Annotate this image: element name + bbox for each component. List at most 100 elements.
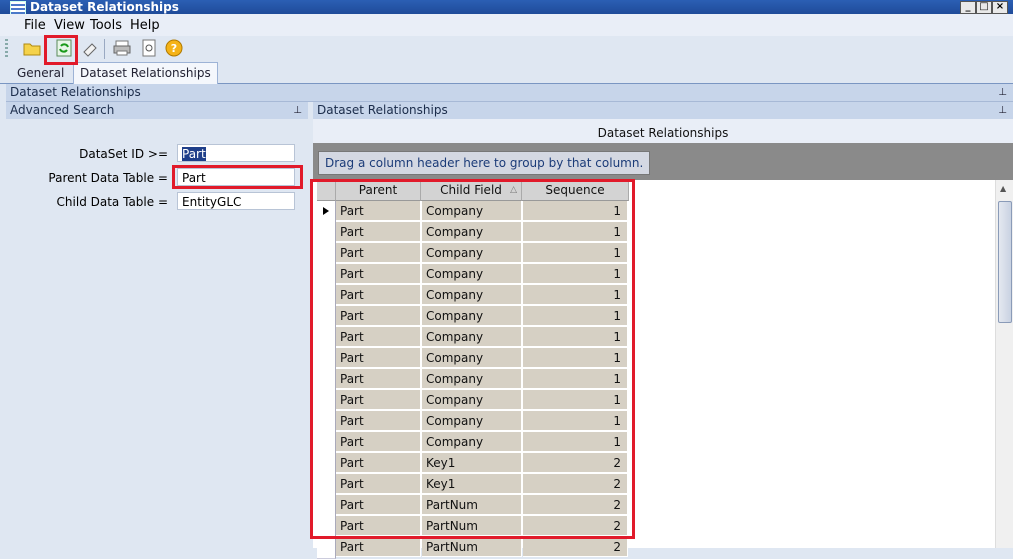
cell-parent[interactable]: Part — [336, 285, 421, 305]
minimize-button[interactable]: _ — [960, 1, 976, 14]
cell-child-field[interactable]: PartNum — [422, 537, 522, 557]
row-selector[interactable] — [317, 222, 336, 244]
print-icon[interactable] — [112, 38, 132, 58]
row-selector[interactable] — [317, 516, 336, 538]
cell-child-field[interactable]: Company — [422, 201, 522, 221]
cell-child-field[interactable]: Company — [422, 285, 522, 305]
column-header-sequence[interactable]: Sequence — [522, 180, 629, 201]
cell-child-field[interactable]: PartNum — [422, 495, 522, 515]
cell-parent[interactable]: Part — [336, 390, 421, 410]
cell-sequence[interactable]: 2 — [523, 474, 628, 494]
cell-parent[interactable]: Part — [336, 537, 421, 557]
group-by-area[interactable]: Drag a column header here to group by th… — [313, 143, 1013, 180]
child-data-table-input[interactable]: EntityGLC — [177, 192, 295, 210]
table-row[interactable]: Part Company 1 — [313, 222, 628, 244]
cell-parent[interactable]: Part — [336, 306, 421, 326]
vertical-scrollbar[interactable]: ▲ — [995, 180, 1013, 548]
table-row[interactable]: Part Company 1 — [313, 348, 628, 370]
cell-sequence[interactable]: 1 — [523, 243, 628, 263]
cell-sequence[interactable]: 1 — [523, 411, 628, 431]
cell-sequence[interactable]: 2 — [523, 495, 628, 515]
row-selector[interactable] — [317, 348, 336, 370]
cell-sequence[interactable]: 2 — [523, 453, 628, 473]
cell-child-field[interactable]: Company — [422, 243, 522, 263]
row-selector[interactable] — [317, 390, 336, 412]
cell-sequence[interactable]: 1 — [523, 432, 628, 452]
row-selector[interactable] — [317, 369, 336, 391]
table-row[interactable]: Part PartNum 2 — [313, 495, 628, 517]
print-preview-icon[interactable] — [139, 38, 159, 58]
table-row[interactable]: Part Company 1 — [313, 411, 628, 433]
cell-parent[interactable]: Part — [336, 369, 421, 389]
row-selector[interactable] — [317, 474, 336, 496]
table-row[interactable]: Part Company 1 — [313, 264, 628, 286]
cell-sequence[interactable]: 1 — [523, 201, 628, 221]
tab-general[interactable]: General — [11, 64, 70, 82]
help-icon[interactable]: ? — [164, 38, 184, 58]
close-button[interactable]: × — [992, 1, 1008, 14]
row-selector[interactable] — [317, 306, 336, 328]
cell-child-field[interactable]: Company — [422, 222, 522, 242]
refresh-icon[interactable] — [54, 38, 74, 58]
table-row[interactable]: Part Company 1 — [313, 369, 628, 391]
cell-parent[interactable]: Part — [336, 222, 421, 242]
row-selector[interactable] — [317, 495, 336, 517]
table-row[interactable]: Part Key1 2 — [313, 453, 628, 475]
cell-parent[interactable]: Part — [336, 264, 421, 284]
menu-view[interactable]: View — [54, 18, 85, 33]
cell-sequence[interactable]: 1 — [523, 306, 628, 326]
cell-parent[interactable]: Part — [336, 495, 421, 515]
cell-child-field[interactable]: Key1 — [422, 453, 522, 473]
cell-sequence[interactable]: 2 — [523, 516, 628, 536]
open-folder-icon[interactable] — [22, 38, 42, 58]
table-row[interactable]: Part Company 1 — [313, 285, 628, 307]
cell-child-field[interactable]: Company — [422, 369, 522, 389]
cell-child-field[interactable]: Company — [422, 264, 522, 284]
row-selector[interactable] — [317, 432, 336, 454]
cell-child-field[interactable]: PartNum — [422, 516, 522, 536]
scrollbar-thumb[interactable] — [998, 201, 1012, 323]
cell-parent[interactable]: Part — [336, 453, 421, 473]
cell-sequence[interactable]: 1 — [523, 264, 628, 284]
cell-parent[interactable]: Part — [336, 432, 421, 452]
pin-icon[interactable]: ⊥ — [293, 102, 302, 119]
row-selector[interactable] — [317, 243, 336, 265]
cell-sequence[interactable]: 1 — [523, 222, 628, 242]
menu-file[interactable]: File — [24, 18, 46, 33]
table-row[interactable]: Part Company 1 — [313, 390, 628, 412]
menu-tools[interactable]: Tools — [90, 18, 122, 33]
maximize-button[interactable]: □ — [976, 1, 992, 14]
pin-icon[interactable]: ⊥ — [998, 102, 1007, 119]
row-selector[interactable] — [317, 327, 336, 349]
cell-child-field[interactable]: Key1 — [422, 474, 522, 494]
cell-sequence[interactable]: 1 — [523, 348, 628, 368]
cell-parent[interactable]: Part — [336, 348, 421, 368]
row-selector[interactable] — [317, 453, 336, 475]
cell-parent[interactable]: Part — [336, 327, 421, 347]
cell-child-field[interactable]: Company — [422, 327, 522, 347]
cell-sequence[interactable]: 1 — [523, 285, 628, 305]
table-row[interactable]: Part Company 1 — [313, 201, 628, 223]
cell-child-field[interactable]: Company — [422, 390, 522, 410]
cell-parent[interactable]: Part — [336, 201, 421, 221]
cell-child-field[interactable]: Company — [422, 348, 522, 368]
tab-dataset-relationships[interactable]: Dataset Relationships — [73, 62, 218, 84]
column-header-parent[interactable]: Parent — [336, 180, 421, 201]
row-selector[interactable] — [317, 411, 336, 433]
cell-child-field[interactable]: Company — [422, 306, 522, 326]
table-row[interactable]: Part PartNum 2 — [313, 516, 628, 538]
scroll-up-icon[interactable]: ▲ — [1000, 184, 1006, 193]
cell-sequence[interactable]: 1 — [523, 390, 628, 410]
cell-parent[interactable]: Part — [336, 243, 421, 263]
row-selector[interactable] — [317, 285, 336, 307]
table-row[interactable]: Part Company 1 — [313, 306, 628, 328]
cell-child-field[interactable]: Company — [422, 411, 522, 431]
cell-sequence[interactable]: 1 — [523, 369, 628, 389]
table-row[interactable]: Part Key1 2 — [313, 474, 628, 496]
row-selector[interactable] — [317, 264, 336, 286]
clear-icon[interactable] — [80, 38, 100, 58]
row-selector[interactable] — [317, 537, 336, 559]
column-header-child-field[interactable]: Child Field △ — [421, 180, 522, 201]
dataset-id-input[interactable]: Part — [177, 144, 295, 162]
table-row[interactable]: Part Company 1 — [313, 327, 628, 349]
